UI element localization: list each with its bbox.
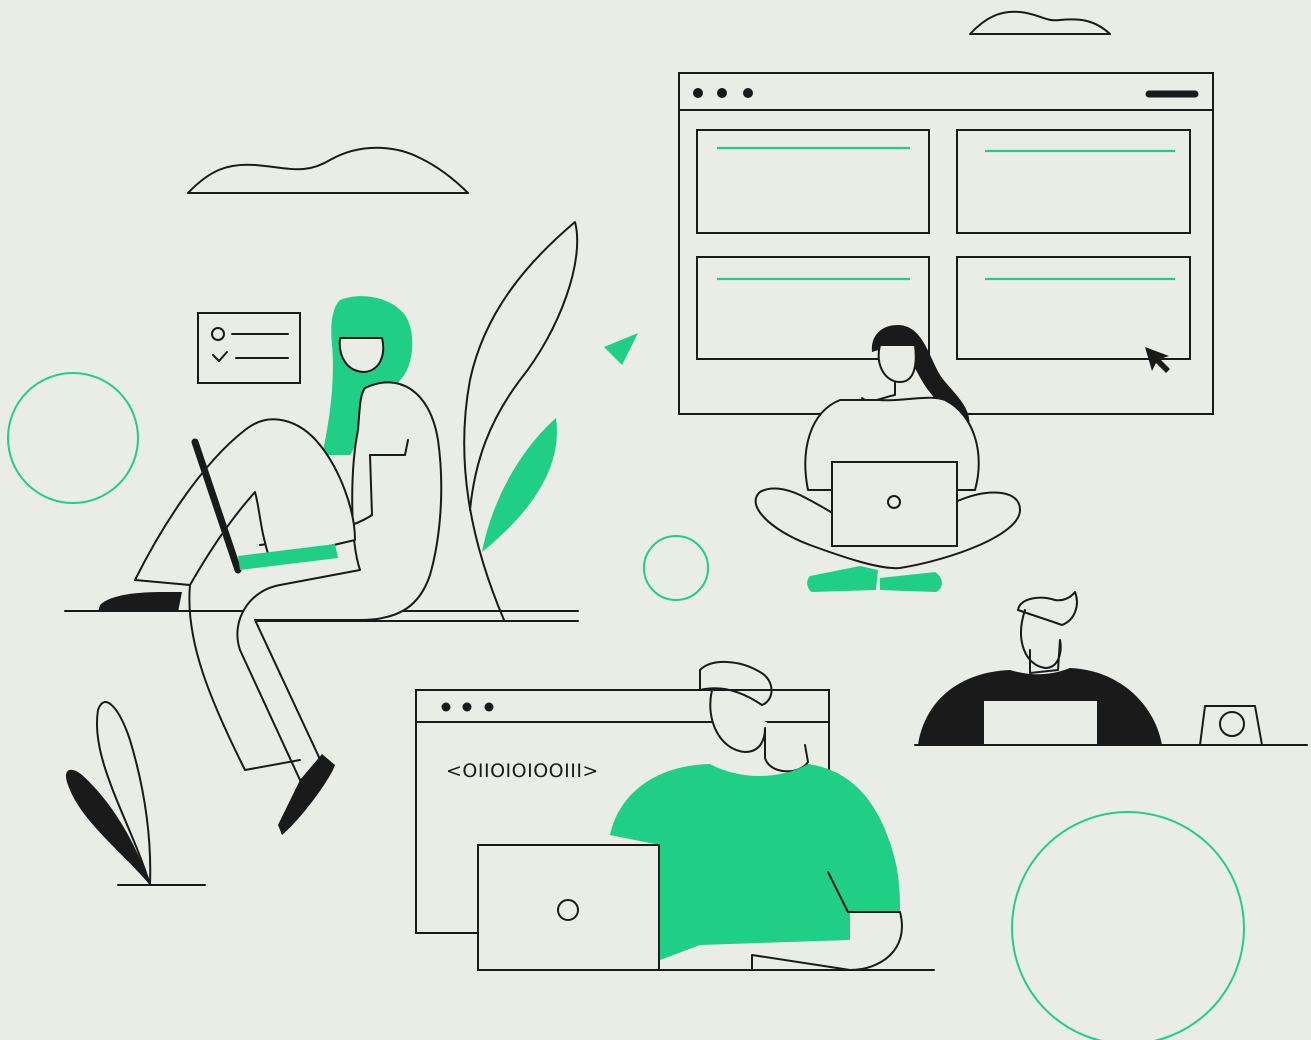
ring-left xyxy=(7,372,139,504)
plant-small xyxy=(65,701,206,886)
cloud-left xyxy=(187,146,469,194)
team-coding-illustration: <OIIOIOIOOIII> xyxy=(7,10,1308,1040)
cloud-top-right xyxy=(969,10,1111,35)
checklist-card xyxy=(197,312,301,384)
plant-tall xyxy=(463,221,579,621)
code-snippet-text: <OIIOIOIOOIII> xyxy=(446,760,599,782)
ring-bottom-right xyxy=(1011,811,1245,1040)
triangle-shape xyxy=(604,333,638,365)
person-dark-shirt xyxy=(914,591,1308,746)
dashboard-window xyxy=(678,72,1214,415)
ring-middle xyxy=(643,535,709,601)
